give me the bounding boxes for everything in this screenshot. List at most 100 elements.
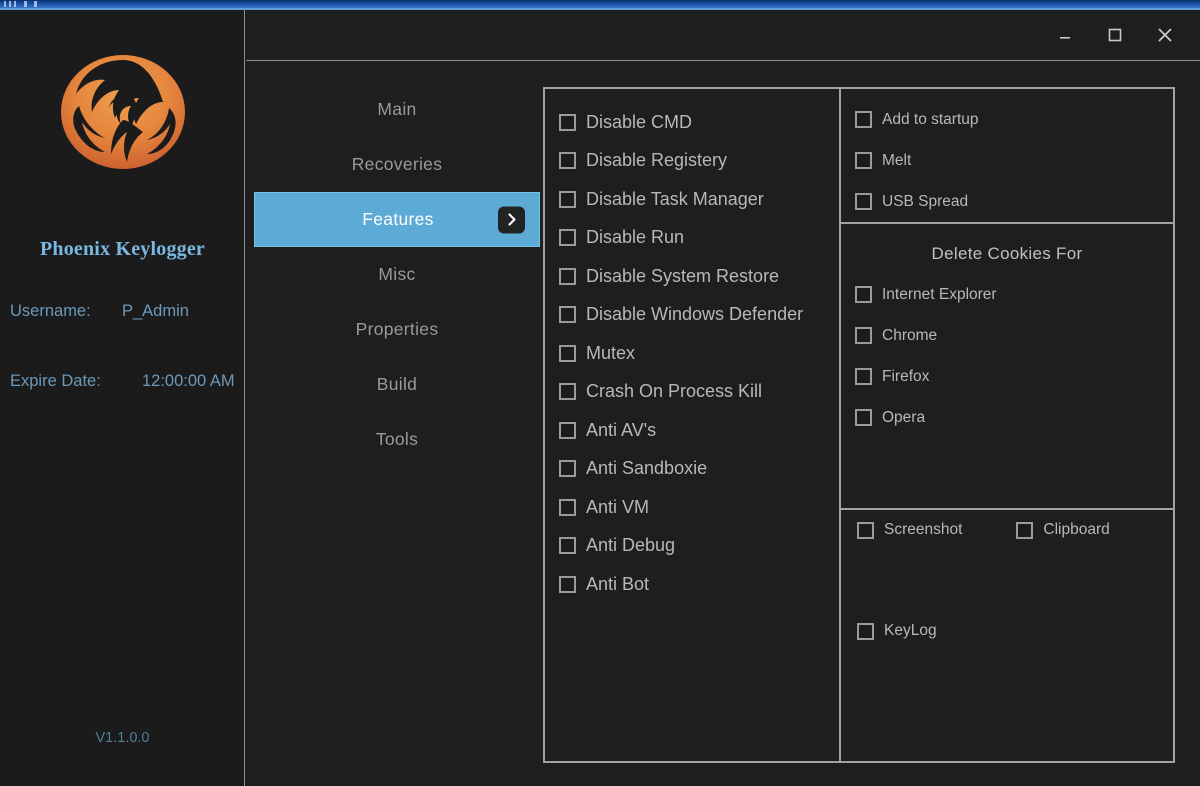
checkbox-row-disable-system-restore[interactable]: Disable System Restore <box>545 257 839 296</box>
checkbox-label: Disable CMD <box>586 111 693 132</box>
checkbox-row-opera[interactable]: Opera <box>841 397 1173 438</box>
nav-item-features[interactable]: Features <box>254 192 540 247</box>
chrome-tick <box>4 1 6 7</box>
checkbox-row-crash-on-process-kill[interactable]: Crash On Process Kill <box>545 373 839 412</box>
close-icon <box>1158 28 1172 42</box>
features-left-column: Disable CMD Disable Registery Disable Ta… <box>545 89 841 761</box>
checkbox-disable-run[interactable] <box>559 229 576 247</box>
checkbox-disable-registery[interactable] <box>559 152 576 170</box>
main-window: Phoenix Keylogger Username: P_Admin Expir… <box>0 10 1200 786</box>
checkbox-disable-task-manager[interactable] <box>559 190 576 208</box>
checkbox-row-mutex[interactable]: Mutex <box>545 334 839 373</box>
checkbox-row-anti-debug[interactable]: Anti Debug <box>545 527 839 566</box>
nav-item-properties[interactable]: Properties <box>254 302 540 357</box>
checkbox-row-anti-sandboxie[interactable]: Anti Sandboxie <box>545 450 839 489</box>
username-value: P_Admin <box>122 302 189 320</box>
window-controls <box>1040 10 1190 60</box>
checkbox-row-disable-run[interactable]: Disable Run <box>545 219 839 258</box>
minimize-icon <box>1060 37 1070 39</box>
chrome-tick <box>9 1 11 7</box>
checkbox-row-disable-windows-defender[interactable]: Disable Windows Defender <box>545 296 839 335</box>
username-label: Username: <box>10 302 91 320</box>
checkbox-row-anti-bot[interactable]: Anti Bot <box>545 565 839 604</box>
minimize-button[interactable] <box>1040 13 1090 57</box>
checkbox-clipboard[interactable] <box>1016 521 1034 539</box>
nav-item-label: Misc <box>378 264 416 284</box>
checkbox-row-firefox[interactable]: Firefox <box>841 356 1173 397</box>
checkbox-label: Disable System Restore <box>586 265 780 286</box>
chevron-right-icon <box>498 206 525 233</box>
cookies-group: Delete Cookies For Internet Explorer Chr… <box>841 224 1173 438</box>
checkbox-anti-bot[interactable] <box>559 575 576 593</box>
nav-item-label: Recoveries <box>351 154 443 174</box>
expire-date-label: Expire Date: <box>10 372 101 390</box>
capture-row: Screenshot Clipboard <box>841 510 1173 550</box>
checkbox-crash-on-process-kill[interactable] <box>559 383 576 401</box>
nav-item-main[interactable]: Main <box>254 82 540 137</box>
expire-date-value: 12:00:00 AM <box>142 372 235 390</box>
chrome-tick <box>14 1 16 7</box>
checkbox-label: Disable Task Manager <box>586 188 764 209</box>
nav-item-recoveries[interactable]: Recoveries <box>254 137 540 192</box>
nav-item-tools[interactable]: Tools <box>254 412 540 467</box>
checkbox-row-disable-registery[interactable]: Disable Registery <box>545 142 839 181</box>
phoenix-logo-icon <box>53 48 193 176</box>
checkbox-row-usb-spread[interactable]: USB Spread <box>841 181 1173 222</box>
navigation-menu: Main Recoveries Features Misc Properties… <box>254 82 540 467</box>
checkbox-label: Chrome <box>882 326 938 344</box>
checkbox-row-melt[interactable]: Melt <box>841 140 1173 181</box>
checkbox-row-internet-explorer[interactable]: Internet Explorer <box>841 274 1173 315</box>
checkbox-chrome[interactable] <box>855 327 872 344</box>
checkbox-screenshot[interactable] <box>857 521 874 539</box>
nav-item-label: Main <box>377 99 417 119</box>
features-panel: Disable CMD Disable Registery Disable Ta… <box>543 87 1175 763</box>
nav-item-misc[interactable]: Misc <box>254 247 540 302</box>
username-row: Username: P_Admin <box>10 302 240 321</box>
maximize-icon <box>1108 28 1122 42</box>
checkbox-keylog[interactable] <box>857 622 874 640</box>
cookies-section-title: Delete Cookies For <box>931 244 1083 263</box>
checkbox-label: Crash On Process Kill <box>586 381 763 402</box>
checkbox-anti-avs[interactable] <box>559 421 576 439</box>
checkbox-label: Anti Debug <box>586 535 676 556</box>
checkbox-row-anti-vm[interactable]: Anti VM <box>545 488 839 527</box>
checkbox-label: Firefox <box>882 367 930 385</box>
checkbox-label: Disable Windows Defender <box>586 304 804 325</box>
title-bar <box>246 10 1200 61</box>
checkbox-label: Add to startup <box>882 110 979 128</box>
nav-item-label: Build <box>376 374 418 394</box>
checkbox-internet-explorer[interactable] <box>855 286 872 303</box>
checkbox-anti-vm[interactable] <box>559 498 576 516</box>
nav-item-build[interactable]: Build <box>254 357 540 412</box>
checkbox-label: USB Spread <box>882 192 969 210</box>
checkbox-disable-cmd[interactable] <box>559 113 576 131</box>
checkbox-mutex[interactable] <box>559 344 576 362</box>
content-area: Main Recoveries Features Misc Properties… <box>246 10 1200 786</box>
checkbox-usb-spread[interactable] <box>855 193 872 210</box>
capture-group: Screenshot Clipboard KeyLog <box>841 510 1173 720</box>
checkbox-label: Internet Explorer <box>882 285 997 303</box>
checkbox-opera[interactable] <box>855 409 872 426</box>
checkbox-label: Opera <box>882 408 926 426</box>
checkbox-label: Mutex <box>586 342 636 363</box>
checkbox-row-anti-avs[interactable]: Anti AV's <box>545 411 839 450</box>
chrome-tick <box>24 1 27 7</box>
checkbox-melt[interactable] <box>855 152 872 169</box>
checkbox-row-keylog[interactable]: KeyLog <box>841 622 1173 640</box>
maximize-button[interactable] <box>1090 13 1140 57</box>
checkbox-row-add-to-startup[interactable]: Add to startup <box>841 99 1173 140</box>
checkbox-firefox[interactable] <box>855 368 872 385</box>
checkbox-add-to-startup[interactable] <box>855 111 872 128</box>
checkbox-anti-debug[interactable] <box>559 537 576 555</box>
nav-item-label: Properties <box>355 319 439 339</box>
close-button[interactable] <box>1140 13 1190 57</box>
checkbox-label: Melt <box>882 151 912 169</box>
outer-window-chrome-strip <box>0 0 1200 10</box>
checkbox-disable-windows-defender[interactable] <box>559 306 576 324</box>
checkbox-row-disable-task-manager[interactable]: Disable Task Manager <box>545 180 839 219</box>
checkbox-row-disable-cmd[interactable]: Disable CMD <box>545 103 839 142</box>
chrome-tick <box>34 1 37 7</box>
checkbox-anti-sandboxie[interactable] <box>559 460 576 478</box>
checkbox-row-chrome[interactable]: Chrome <box>841 315 1173 356</box>
checkbox-disable-system-restore[interactable] <box>559 267 576 285</box>
